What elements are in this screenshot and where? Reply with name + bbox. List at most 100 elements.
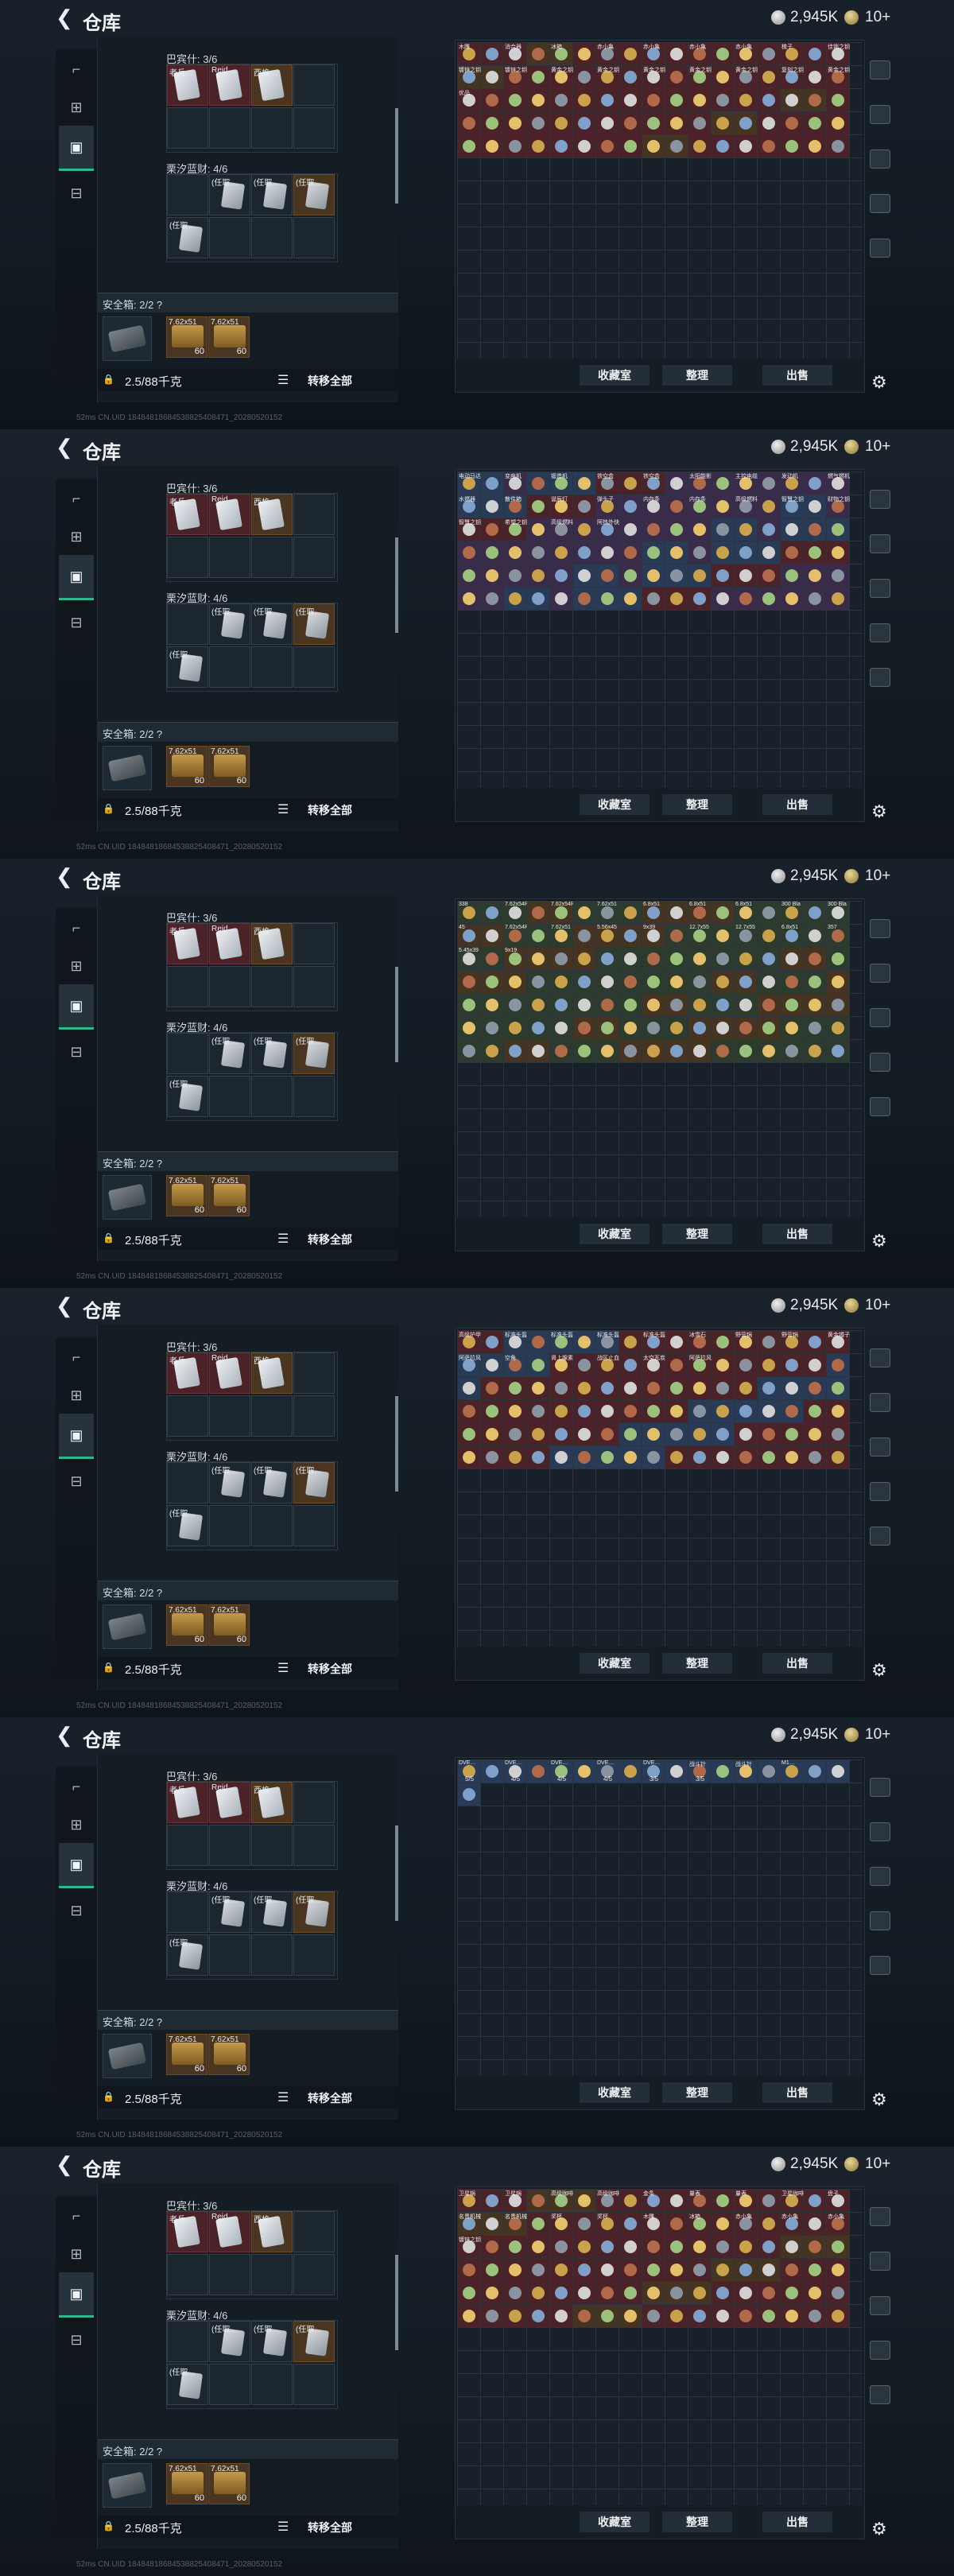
storage-item[interactable]: 6.8x51 <box>735 902 757 924</box>
storage-item[interactable] <box>527 518 549 541</box>
storage-item[interactable] <box>573 1446 595 1468</box>
storage-item[interactable] <box>596 541 619 564</box>
storage-item[interactable] <box>573 1760 595 1783</box>
pocket-slot[interactable]: Reid… <box>209 494 250 535</box>
storage-item[interactable] <box>573 2190 595 2212</box>
storage-item[interactable] <box>504 112 526 134</box>
storage-item[interactable] <box>735 2305 757 2327</box>
vest-slot[interactable] <box>209 1505 250 1546</box>
storage-item[interactable] <box>781 2305 803 2327</box>
storage-item[interactable] <box>665 112 688 134</box>
storage-item[interactable] <box>596 948 619 970</box>
storage-item[interactable] <box>596 1040 619 1062</box>
storage-item[interactable] <box>619 2282 642 2304</box>
storage-item[interactable] <box>504 1446 526 1468</box>
storage-item[interactable] <box>804 1423 826 1445</box>
list-icon[interactable]: ☰ <box>277 2089 289 2105</box>
storage-item[interactable] <box>527 2190 549 2212</box>
pocket-slot[interactable] <box>293 107 335 149</box>
storage-item[interactable] <box>596 1446 619 1468</box>
vest-slot[interactable]: (任取… <box>167 217 208 258</box>
storage-item[interactable] <box>712 1040 734 1062</box>
storage-item[interactable] <box>527 1377 549 1399</box>
storage-item[interactable] <box>665 994 688 1016</box>
storage-item[interactable] <box>712 1446 734 1468</box>
storage-item[interactable] <box>781 2236 803 2258</box>
safe-slot[interactable]: 7.62x51 60 <box>208 1604 250 1646</box>
pocket-slot[interactable]: 西格… <box>251 1352 293 1394</box>
storage-item[interactable] <box>735 1354 757 1376</box>
storage-item[interactable] <box>665 1423 688 1445</box>
pocket-slot[interactable] <box>251 2254 293 2295</box>
storage-item[interactable] <box>504 971 526 993</box>
toolbox-icon[interactable]: ⊟ <box>65 184 87 202</box>
storage-item[interactable] <box>642 1400 665 1422</box>
vest-slot[interactable] <box>167 1462 208 1503</box>
storage-item[interactable] <box>481 994 503 1016</box>
storage-item[interactable]: 名贵机械表 <box>458 2213 487 2235</box>
safe-box-icon[interactable] <box>103 1604 152 1649</box>
move-all-button[interactable]: 转移全部 <box>308 1661 352 1677</box>
storage-item[interactable] <box>527 1017 549 1039</box>
storage-item[interactable] <box>642 2305 665 2327</box>
pocket-slot[interactable] <box>251 537 293 578</box>
storage-item[interactable] <box>619 541 642 564</box>
vest-slot[interactable]: (任取… <box>293 1462 335 1503</box>
storage-item[interactable] <box>665 43 688 65</box>
storage-item[interactable] <box>735 541 757 564</box>
storage-item[interactable] <box>573 1354 595 1376</box>
storage-item[interactable]: 量表 <box>735 2190 757 2212</box>
storage-item[interactable]: 5.56x45 <box>596 925 619 947</box>
storage-item[interactable]: 高级咖啡豆 <box>596 2190 625 2212</box>
vest-slot[interactable]: (任取… <box>251 2321 293 2362</box>
storage-item[interactable] <box>573 564 595 587</box>
storage-item[interactable] <box>504 994 526 1016</box>
storage-item[interactable] <box>758 112 780 134</box>
vest-slot[interactable]: (任取… <box>167 1505 208 1546</box>
storage-item[interactable] <box>527 1331 549 1353</box>
storage-item[interactable] <box>481 925 503 947</box>
storage-item[interactable]: 战区止血带 <box>596 1354 625 1376</box>
storage-item[interactable]: 战斗针 <box>735 1760 757 1783</box>
storage-item[interactable] <box>573 43 595 65</box>
storage-item[interactable] <box>481 2282 503 2304</box>
storage-item[interactable] <box>504 89 526 111</box>
storage-item[interactable]: 冰箱 <box>550 43 572 65</box>
storage-item[interactable] <box>458 1423 480 1445</box>
storage-item[interactable] <box>712 564 734 587</box>
storage-item[interactable] <box>481 971 503 993</box>
storage-item[interactable] <box>527 588 549 610</box>
storage-item[interactable] <box>827 541 849 564</box>
storage-item[interactable] <box>619 1331 642 1353</box>
sort-button[interactable]: 整理 <box>662 794 732 815</box>
storage-item[interactable] <box>804 2305 826 2327</box>
storage-item[interactable] <box>781 541 803 564</box>
pocket-slot[interactable]: Reid… <box>209 2211 250 2252</box>
storage-item[interactable] <box>481 1040 503 1062</box>
storage-item[interactable]: 量表 <box>688 2190 711 2212</box>
storage-item[interactable] <box>481 1423 503 1445</box>
move-all-button[interactable]: 转移全部 <box>308 373 352 389</box>
storage-item[interactable] <box>619 2259 642 2281</box>
storage-item[interactable] <box>804 2236 826 2258</box>
storage-item[interactable] <box>481 1377 503 1399</box>
back-arrow-icon[interactable]: ❮ <box>56 7 76 28</box>
storage-item[interactable]: 7.62x54R <box>550 902 575 924</box>
storage-item[interactable] <box>573 925 595 947</box>
storage-item[interactable] <box>619 495 642 518</box>
storage-item[interactable]: 标准头盔 <box>504 1331 527 1353</box>
storage-item[interactable] <box>827 1354 849 1376</box>
storage-item[interactable]: 5.45x39 <box>458 948 480 970</box>
key-icon[interactable] <box>870 1097 890 1116</box>
storage-item[interactable] <box>781 89 803 111</box>
storage-item[interactable] <box>481 588 503 610</box>
storage-item[interactable] <box>827 1040 849 1062</box>
storage-item[interactable] <box>781 588 803 610</box>
move-all-button[interactable]: 转移全部 <box>308 2090 352 2106</box>
storage-item[interactable] <box>804 43 826 65</box>
storage-item[interactable] <box>458 2305 480 2327</box>
storage-item[interactable] <box>758 89 780 111</box>
medical-icon[interactable] <box>870 1053 890 1072</box>
pocket-slot[interactable] <box>293 64 335 106</box>
storage-item[interactable] <box>827 948 849 970</box>
